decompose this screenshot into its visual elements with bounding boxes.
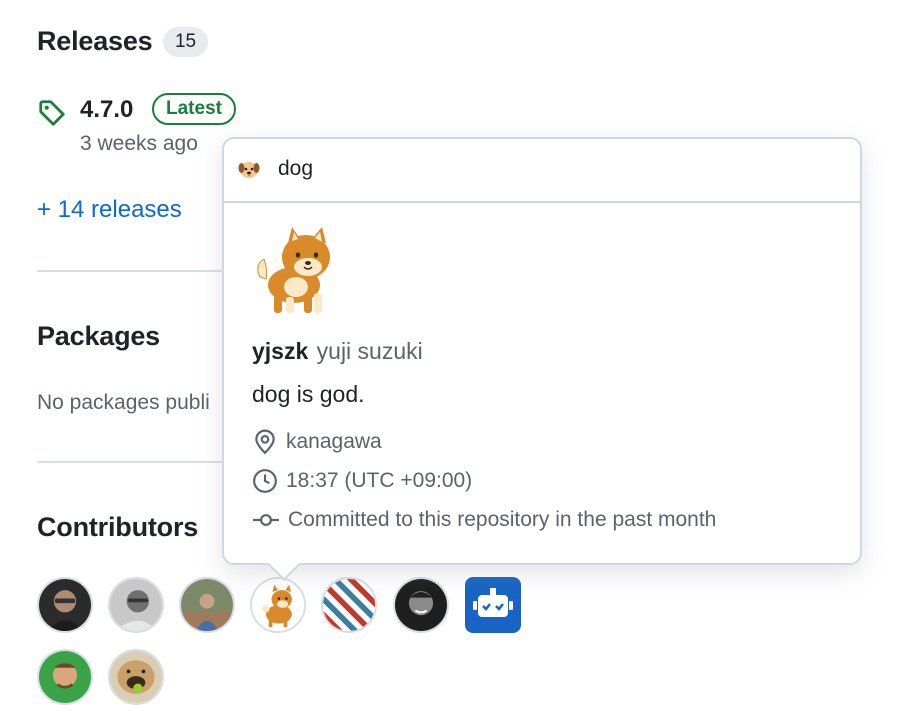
hovercard-activity: Committed to this repository in the past…: [288, 508, 717, 531]
clock-icon: [253, 469, 277, 493]
contributors-title[interactable]: Contributors: [37, 512, 198, 543]
hovercard-login[interactable]: yjszk: [252, 338, 308, 364]
more-releases-link[interactable]: + 14 releases: [37, 196, 182, 224]
contributor-avatar[interactable]: [37, 649, 93, 705]
hovercard-location-row: kanagawa: [252, 429, 382, 455]
release-version[interactable]: 4.7.0: [80, 96, 133, 124]
contributor-avatar[interactable]: [108, 649, 164, 705]
release-time: 3 weeks ago: [80, 132, 198, 155]
packages-empty-text: No packages publi: [37, 391, 210, 414]
hovercard-time-row: 18:37 (UTC +09:00): [252, 468, 472, 494]
hovercard-bio: dog is god.: [252, 381, 365, 407]
contributor-avatar[interactable]: [179, 577, 235, 633]
contributor-avatar[interactable]: [108, 577, 164, 633]
hovercard-local-time: 18:37 (UTC +09:00): [286, 469, 473, 492]
user-hovercard: dog yjszk yuji suzuki dog is god. kanaga…: [222, 137, 862, 581]
hovercard-full-name[interactable]: yuji suzuki: [317, 338, 423, 364]
location-pin-icon: [255, 429, 275, 455]
git-commit-icon: [253, 514, 279, 526]
latest-badge: Latest: [152, 93, 236, 125]
packages-title[interactable]: Packages: [37, 321, 160, 352]
hovercard-header: dog: [224, 139, 860, 203]
hovercard-pointer: [267, 547, 301, 581]
hovercard-header-label: dog: [278, 157, 314, 180]
latest-badge-label: Latest: [152, 93, 236, 125]
dog-face-icon: [237, 157, 261, 181]
tag-icon: [37, 98, 67, 128]
releases-section: Releases 15: [37, 26, 209, 57]
contributor-avatar-bot[interactable]: [465, 577, 521, 633]
hovercard-location: kanagawa: [286, 430, 382, 453]
contributor-avatar[interactable]: [321, 577, 377, 633]
contributor-avatar[interactable]: [37, 577, 93, 633]
contributor-avatar[interactable]: [393, 577, 449, 633]
releases-count-badge: 15: [162, 27, 209, 57]
hovercard-names: yjszk yuji suzuki: [252, 338, 423, 365]
hovercard-activity-row: Committed to this repository in the past…: [252, 507, 716, 533]
releases-title[interactable]: Releases: [37, 26, 153, 56]
hovercard-avatar[interactable]: [252, 225, 340, 315]
contributor-avatar-yjszk[interactable]: [250, 577, 306, 633]
